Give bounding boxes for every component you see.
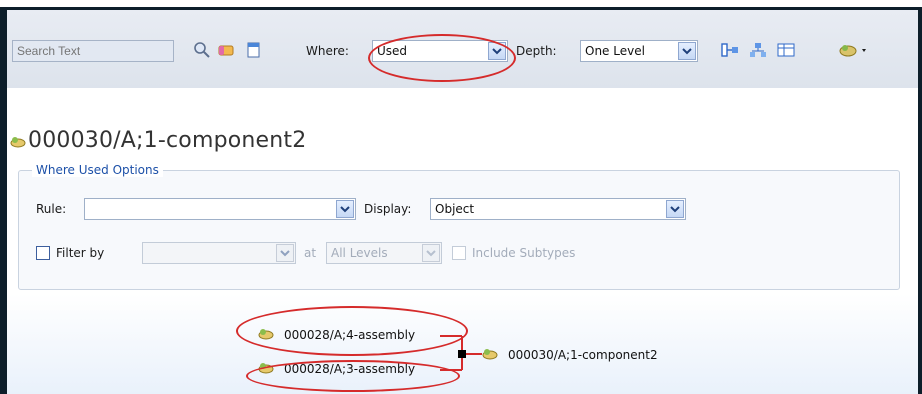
display-select-value: Object [435, 202, 475, 216]
where-highlight-ellipse [368, 34, 516, 82]
frame-right-border [918, 7, 922, 394]
tree-table-icon[interactable] [776, 40, 796, 60]
display-select[interactable]: Object [430, 198, 686, 220]
page-title: 000030/A;1-component2 [28, 128, 307, 153]
filter-by-label: Filter by [56, 246, 105, 260]
magnifier-icon[interactable] [192, 40, 212, 60]
depth-select[interactable]: One Level [580, 40, 698, 62]
where-label: Where: [306, 44, 349, 58]
include-subtypes-label: Include Subtypes [472, 246, 576, 260]
filter-by-checkbox[interactable] [36, 246, 50, 260]
chevron-down-icon[interactable] [678, 42, 696, 60]
tree-vertical-icon[interactable] [748, 40, 768, 60]
where-used-options-group [18, 170, 900, 290]
depth-select-value: One Level [585, 44, 645, 58]
child-node[interactable]: 000030/A;1-component2 [508, 348, 658, 362]
where-used-options-title: Where Used Options [32, 163, 163, 177]
chevron-down-icon[interactable] [666, 200, 684, 218]
component-icon [8, 132, 28, 152]
chevron-down-icon[interactable] [336, 200, 354, 218]
search-input[interactable] [12, 40, 174, 62]
chevron-down-icon[interactable] [422, 244, 440, 262]
rule-label: Rule: [36, 202, 67, 216]
rule-select[interactable] [84, 198, 356, 220]
display-label: Display: [364, 202, 412, 216]
top-strip [0, 0, 922, 7]
frame-left-border [0, 7, 7, 394]
at-label: at [304, 246, 317, 260]
filter-by-select[interactable] [142, 242, 296, 264]
settings-menu-icon[interactable] [838, 40, 870, 60]
depth-label: Depth: [516, 44, 557, 58]
tree-horizontal-icon[interactable] [720, 40, 740, 60]
levels-select[interactable]: All Levels [326, 242, 442, 264]
chevron-down-icon[interactable] [276, 244, 294, 262]
app-frame: Where: Used Depth: One Level 000030/A;1-… [0, 0, 922, 394]
new-document-icon[interactable] [244, 40, 264, 60]
include-subtypes-checkbox[interactable] [452, 246, 466, 260]
parent-node-2-highlight [246, 360, 460, 392]
parent-node-1-highlight [236, 306, 468, 356]
component-icon [480, 344, 500, 364]
eraser-icon[interactable] [216, 40, 236, 60]
levels-select-value: All Levels [331, 246, 388, 260]
